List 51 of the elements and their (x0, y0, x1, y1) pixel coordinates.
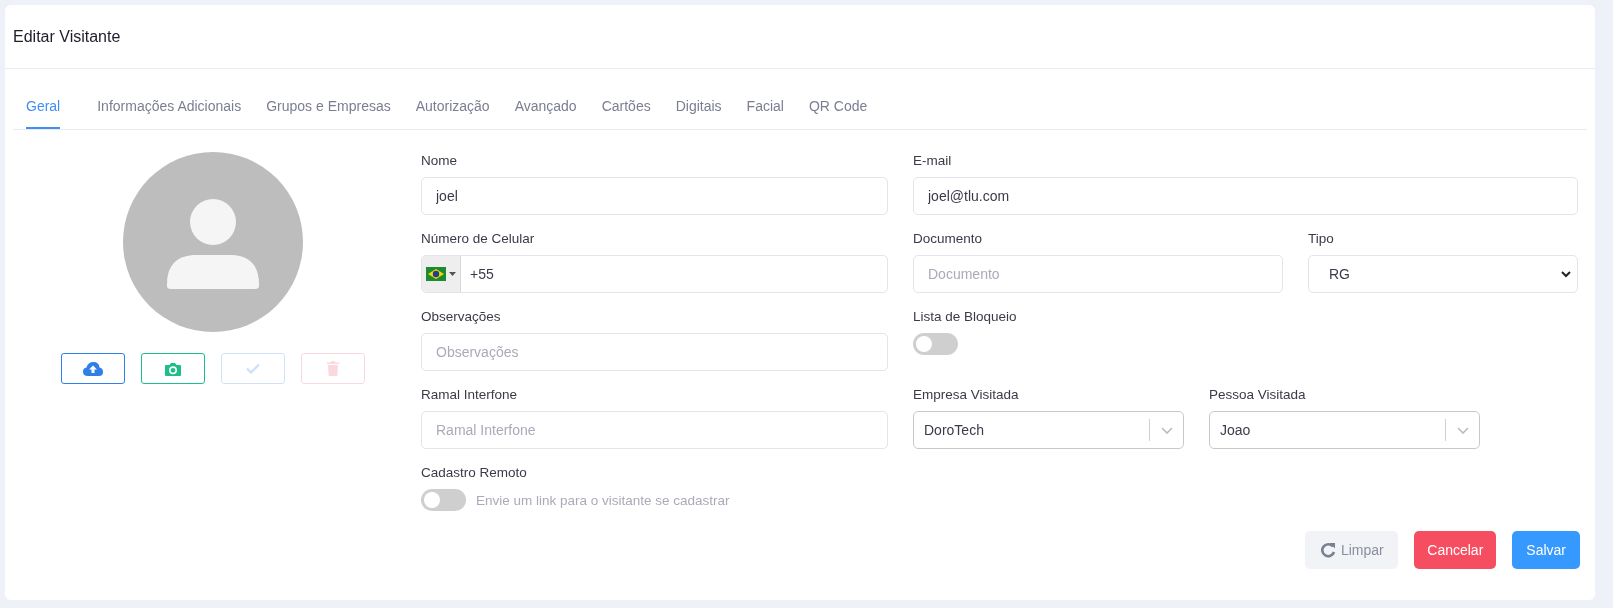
cancel-button[interactable]: Cancelar (1414, 531, 1497, 569)
field-label: Tipo (1308, 230, 1335, 247)
field-label: Lista de Bloqueio (913, 308, 1018, 325)
check-icon (246, 363, 260, 374)
avatar-icon (123, 152, 303, 332)
person-select[interactable]: Joao (1209, 411, 1480, 449)
field-label: Documento (913, 230, 984, 247)
phone-value: +55 (469, 266, 494, 282)
flag-icon (426, 267, 446, 281)
tab[interactable]: Facial (734, 93, 796, 129)
save-button[interactable]: Salvar (1512, 531, 1580, 569)
toggle-switch[interactable] (913, 333, 958, 355)
field-label: Número de Celular (421, 230, 536, 247)
reset-button[interactable]: Limpar (1305, 531, 1399, 569)
country-picker[interactable] (422, 256, 461, 292)
tab[interactable]: Informações Adicionais (85, 93, 254, 129)
field-label: Observações (421, 308, 502, 325)
notes-field[interactable]: Observações (421, 333, 888, 371)
field-label: Empresa Visitada (913, 386, 1020, 403)
field-label: E-mail (913, 152, 953, 169)
chevron-down-icon (1457, 426, 1469, 434)
name-field[interactable]: joel (421, 177, 888, 215)
window-title: Editar Visitante (13, 27, 121, 46)
tab[interactable]: Autorização (403, 93, 502, 129)
tab[interactable]: Geral (26, 93, 61, 129)
chevron-down-icon (1161, 426, 1173, 434)
camera-icon (165, 361, 181, 376)
type-select[interactable]: RG (1308, 255, 1578, 293)
caret-icon (449, 272, 456, 276)
tab[interactable]: QR Code (796, 93, 880, 129)
upload-button[interactable] (61, 353, 125, 384)
camera-button[interactable] (141, 353, 205, 384)
toggle-switch[interactable] (421, 489, 466, 511)
cloud-upload-icon (83, 361, 103, 376)
tab[interactable]: Avançado (502, 93, 589, 129)
toggle-hint: Envie um link para o visitante se cadastrar (476, 492, 730, 508)
phone-field[interactable]: +55 (421, 255, 888, 293)
refresh-icon (1319, 542, 1336, 558)
email-field[interactable]: joel@tlu.com (913, 177, 1578, 215)
company-select[interactable]: DoroTech (913, 411, 1184, 449)
tab[interactable]: Cartões (589, 93, 663, 129)
field-label: Cadastro Remoto (421, 464, 528, 481)
trash-icon (327, 361, 339, 376)
tab[interactable]: Grupos e Empresas (254, 93, 403, 129)
chevron-down-icon (1561, 270, 1571, 278)
document-field[interactable]: Documento (913, 255, 1283, 293)
field-label: Nome (421, 152, 458, 169)
tab[interactable]: Digitais (663, 93, 734, 129)
field-label: Ramal Interfone (421, 386, 519, 403)
extension-field[interactable]: Ramal Interfone (421, 411, 888, 449)
field-label: Pessoa Visitada (1209, 386, 1307, 403)
